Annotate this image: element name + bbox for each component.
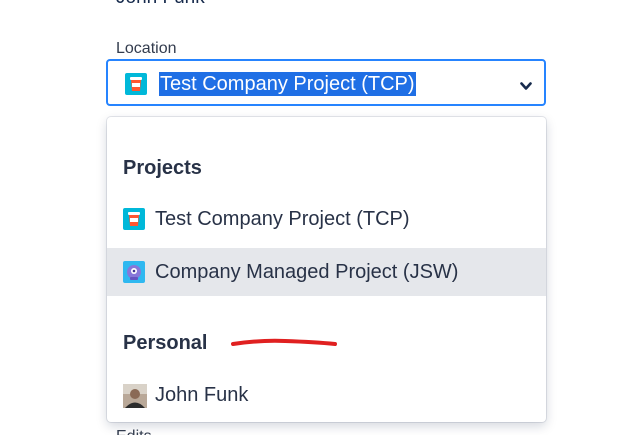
group-heading-personal: Personal	[123, 332, 208, 354]
menu-item-label: Company Managed Project (JSW)	[155, 261, 459, 283]
location-select[interactable]: Test Company Project (TCP)	[106, 59, 546, 106]
menu-item-label: Test Company Project (TCP)	[155, 208, 410, 230]
group-heading-projects: Projects	[123, 157, 202, 179]
location-label: Location	[116, 40, 177, 57]
robot-project-icon	[123, 261, 145, 288]
chevron-down-icon[interactable]	[520, 78, 532, 96]
user-avatar	[123, 384, 147, 413]
location-dropdown-menu: Projects Test Company Project (TCP) Comp…	[107, 117, 546, 422]
menu-item-test-company-project[interactable]: Test Company Project (TCP)	[107, 195, 546, 243]
page: John Funk Location Test Company Project …	[0, 0, 625, 435]
menu-item-company-managed-project[interactable]: Company Managed Project (JSW)	[107, 248, 546, 296]
location-selected-value[interactable]: Test Company Project (TCP)	[159, 72, 416, 96]
menu-item-john-funk[interactable]: John Funk	[107, 371, 546, 419]
previous-field-value: John Funk	[116, 0, 205, 8]
next-field-label: Edits	[116, 427, 152, 435]
coffee-cup-project-icon	[123, 208, 145, 235]
coffee-cup-project-icon	[125, 73, 147, 100]
menu-item-label: John Funk	[155, 384, 249, 406]
red-annotation-stroke	[231, 338, 337, 346]
